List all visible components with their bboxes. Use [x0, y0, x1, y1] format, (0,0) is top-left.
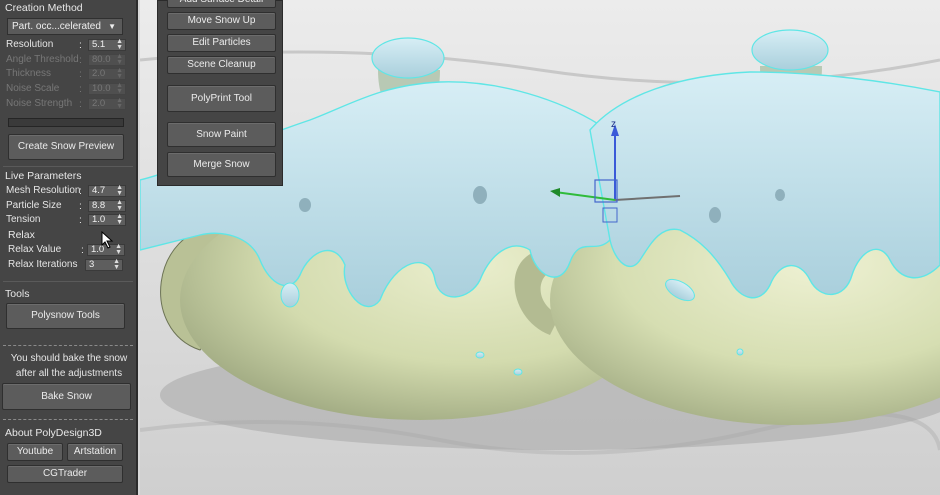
noise-scale-row: Noise Scale : 10.0 ▲ ▼: [6, 82, 126, 96]
merge-snow-button[interactable]: Merge Snow: [167, 152, 276, 177]
snow-paint-button[interactable]: Snow Paint: [167, 122, 276, 147]
mesh-resolution-spinner[interactable]: 4.7 ▲ ▼: [88, 184, 126, 197]
angle-threshold-spinner[interactable]: 80.0 ▲ ▼: [88, 53, 126, 66]
relax-iterations-label: Relax Iterations: [8, 259, 78, 270]
particle-size-row: Particle Size : 8.8 ▲ ▼: [6, 199, 126, 213]
polysnow-panel: Creation Method Part. occ...celerated ▼ …: [0, 0, 138, 495]
relax-value-label: Relax Value: [8, 244, 62, 255]
tension-spinner[interactable]: 1.0 ▲ ▼: [88, 213, 126, 226]
noise-scale-label: Noise Scale: [6, 83, 60, 94]
section-divider: [3, 281, 133, 282]
tension-label: Tension: [6, 214, 41, 225]
about-title: About PolyDesign3D: [5, 427, 102, 439]
bake-snow-button[interactable]: Bake Snow: [2, 383, 131, 410]
thickness-row: Thickness : 2.0 ▲ ▼: [6, 67, 126, 81]
dashed-divider: [3, 419, 133, 420]
chevron-down-icon: ▼: [108, 22, 116, 31]
snow-tools-rollout: Add Surface Detail Move Snow Up Edit Par…: [157, 0, 283, 186]
mesh-resolution-row: Mesh Resolution : 4.7 ▲ ▼: [6, 184, 126, 198]
relax-iterations-row: Relax Iterations 3 ▲ ▼: [8, 258, 126, 272]
gizmo-z-label: z: [611, 119, 616, 130]
noise-strength-row: Noise Strength : 2.0 ▲ ▼: [6, 97, 126, 111]
bake-note-line2: after all the adjustments: [15, 368, 123, 379]
resolution-row: Resolution : 5.1 ▲ ▼: [6, 38, 126, 52]
dashed-divider: [3, 345, 133, 346]
noise-strength-label: Noise Strength: [6, 98, 73, 109]
thickness-label: Thickness: [6, 68, 52, 79]
polysnow-tools-button[interactable]: Polysnow Tools: [6, 303, 125, 329]
noise-scale-spinner[interactable]: 10.0 ▲ ▼: [88, 82, 126, 95]
bake-note-line1: You should bake the snow: [10, 353, 128, 364]
mouse-cursor-icon: [101, 231, 114, 249]
particle-size-spinner[interactable]: 8.8 ▲ ▼: [88, 199, 126, 212]
creation-method-title: Creation Method: [5, 2, 83, 14]
move-snow-up-button[interactable]: Move Snow Up: [167, 12, 276, 30]
resolution-label: Resolution: [6, 39, 54, 50]
resolution-spinner[interactable]: 5.1 ▲ ▼: [88, 38, 126, 51]
creation-method-value: Part. occ...celerated: [12, 21, 101, 32]
cgtrader-button[interactable]: CGTrader: [7, 465, 123, 483]
relax-group-title: Relax: [8, 229, 35, 241]
scene-cleanup-button[interactable]: Scene Cleanup: [167, 56, 276, 74]
polyprint-tool-button[interactable]: PolyPrint Tool: [167, 85, 276, 112]
relax-iterations-spinner[interactable]: 3 ▲ ▼: [85, 258, 123, 271]
youtube-button[interactable]: Youtube: [7, 443, 63, 461]
noise-strength-spinner[interactable]: 2.0 ▲ ▼: [88, 97, 126, 110]
angle-threshold-label: Angle Threshold: [6, 54, 79, 65]
live-parameters-title: Live Parameters: [5, 170, 82, 182]
tools-title: Tools: [5, 288, 30, 300]
preview-progress-bar: [8, 118, 124, 127]
creation-method-dropdown[interactable]: Part. occ...celerated ▼: [7, 18, 123, 35]
particle-size-label: Particle Size: [6, 200, 62, 211]
tension-row: Tension : 1.0 ▲ ▼: [6, 213, 126, 227]
add-surface-detail-button[interactable]: Add Surface Detail: [167, 0, 276, 8]
thickness-spinner[interactable]: 2.0 ▲ ▼: [88, 67, 126, 80]
create-snow-preview-button[interactable]: Create Snow Preview: [8, 134, 124, 160]
section-divider: [3, 166, 133, 167]
angle-threshold-row: Angle Threshold : 80.0 ▲ ▼: [6, 53, 126, 67]
artstation-button[interactable]: Artstation: [67, 443, 123, 461]
mesh-resolution-label: Mesh Resolution: [6, 185, 81, 196]
edit-particles-button[interactable]: Edit Particles: [167, 34, 276, 52]
